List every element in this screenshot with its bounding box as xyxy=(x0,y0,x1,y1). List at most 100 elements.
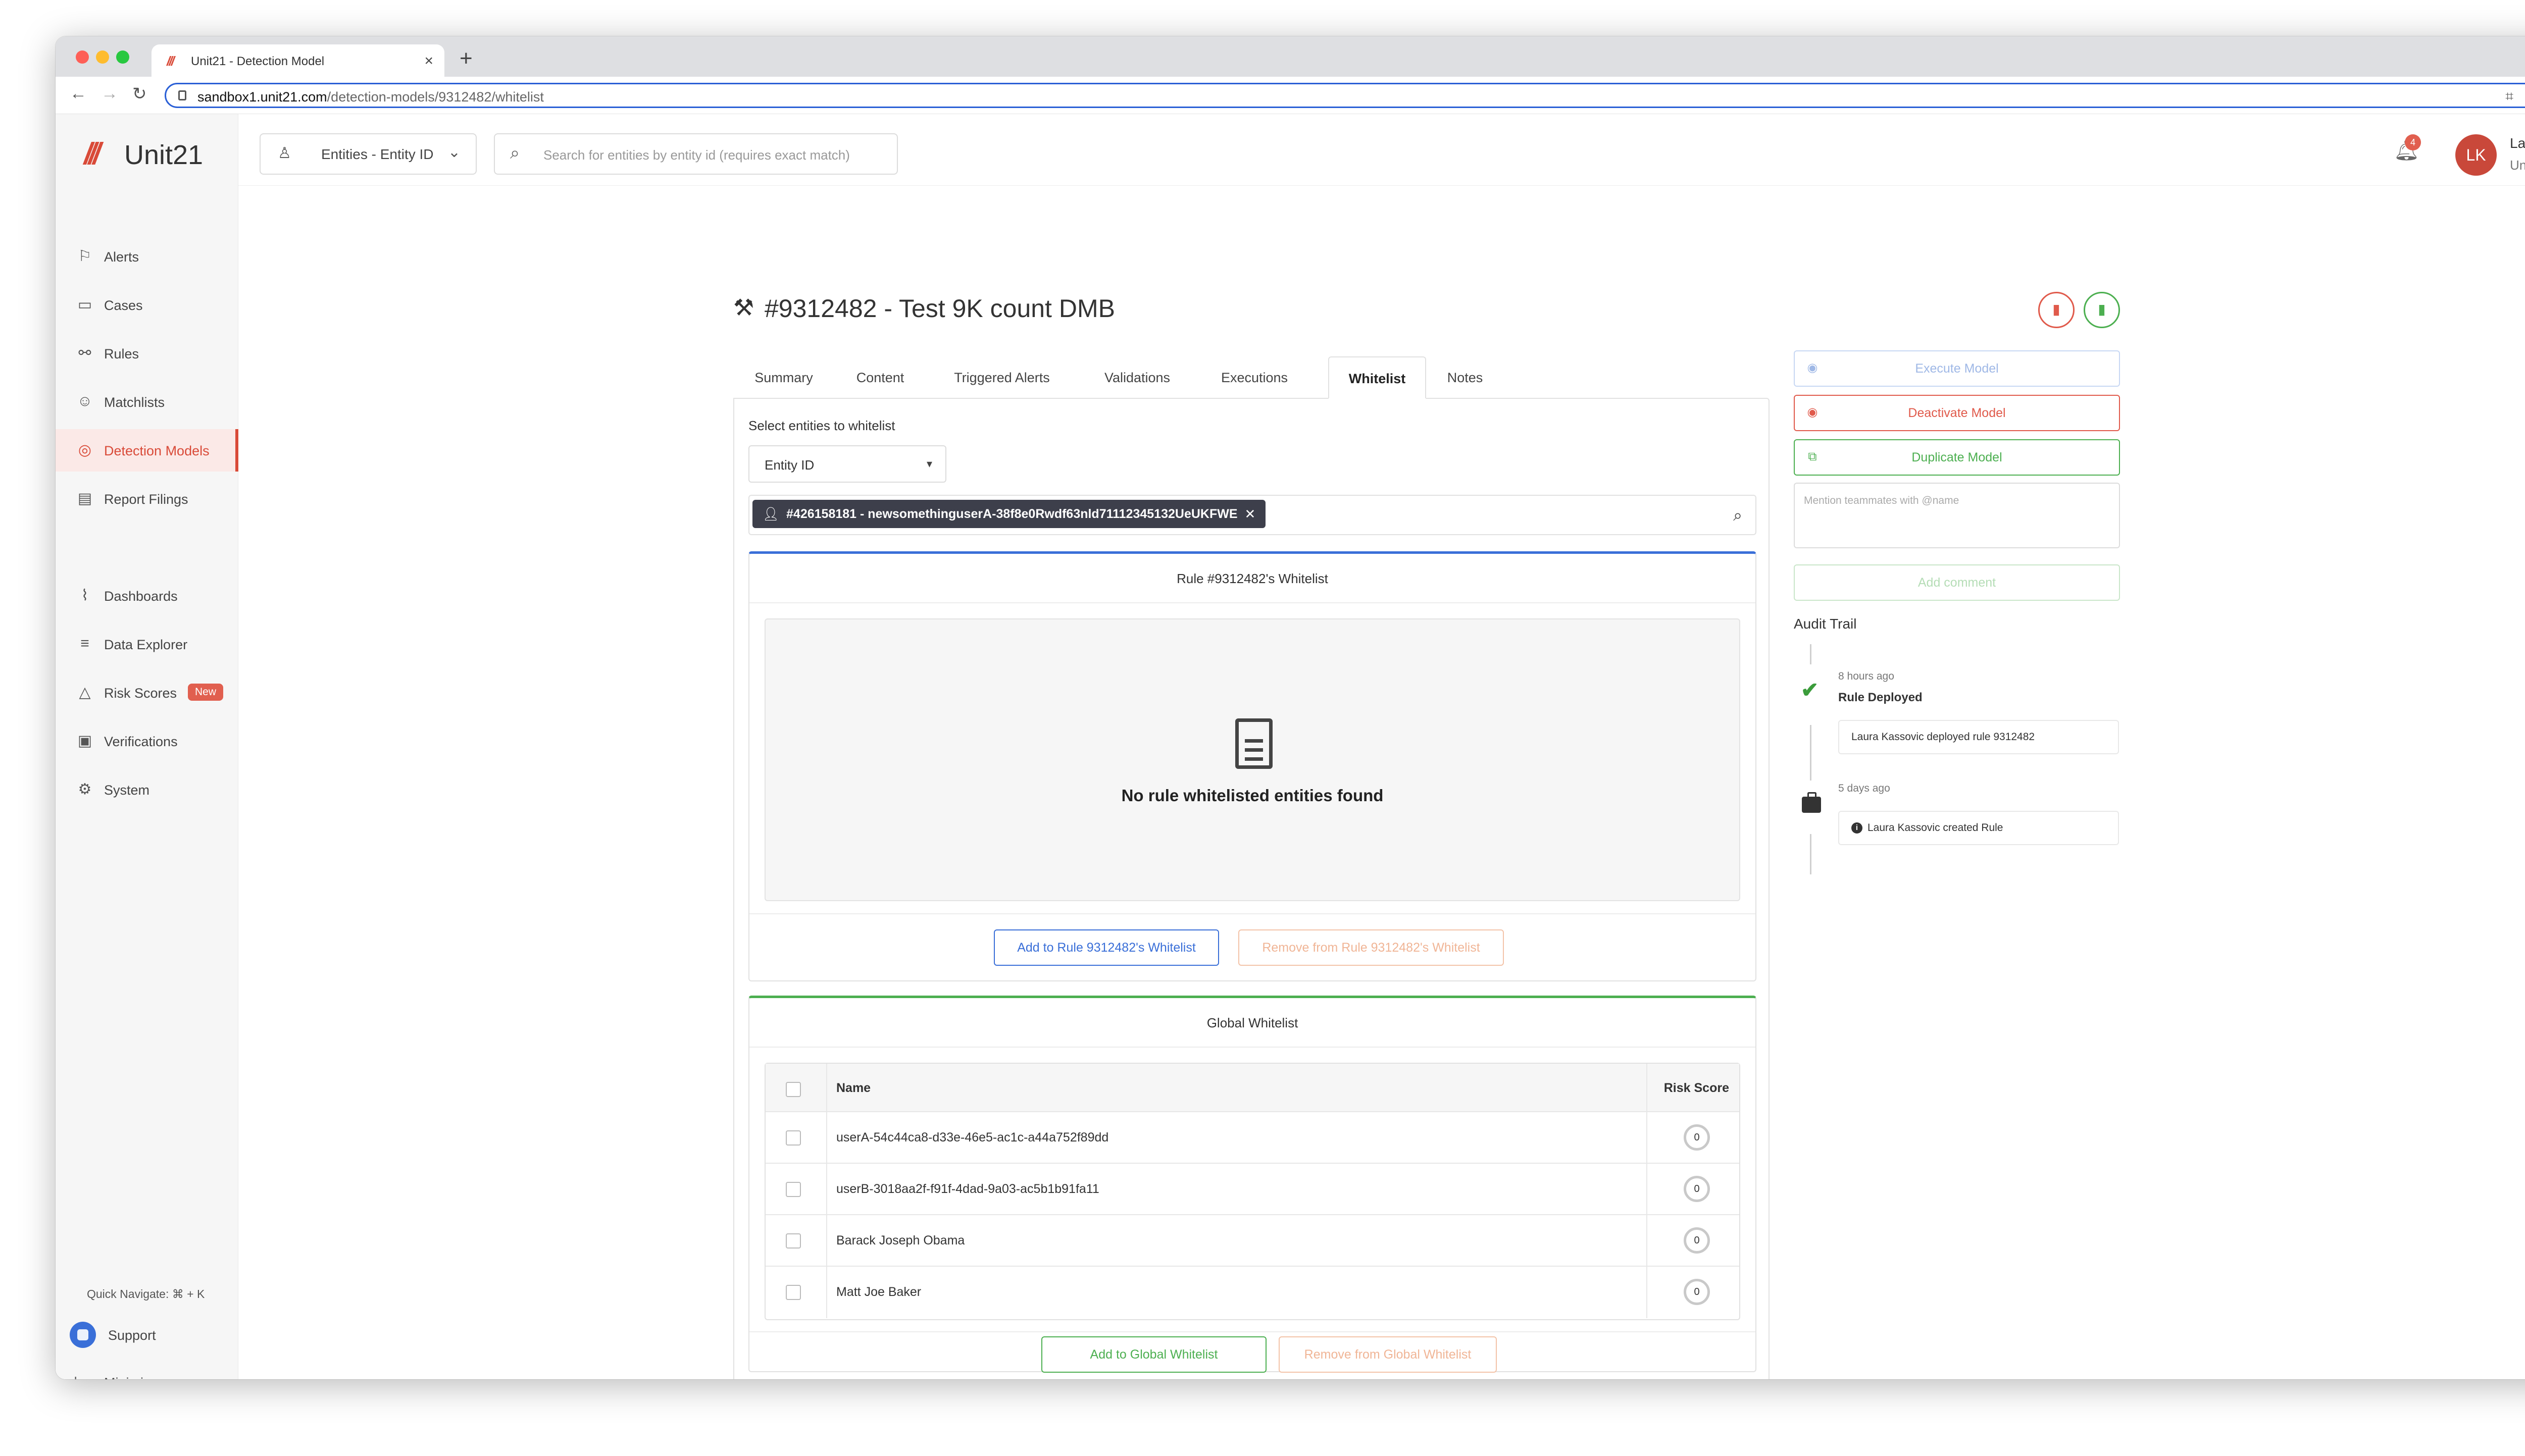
sidebar-item-label: Cases xyxy=(104,298,143,313)
minimize-icon[interactable]: |← xyxy=(74,1374,91,1379)
entity-name[interactable]: Matt Joe Baker xyxy=(836,1285,921,1299)
minimize-link[interactable]: Minimize xyxy=(104,1375,158,1379)
duplicate-model-button[interactable]: ⧉ Duplicate Model xyxy=(1794,439,2120,476)
support-link[interactable]: Support xyxy=(108,1328,156,1343)
user-name[interactable]: Laura Kassovic xyxy=(2510,135,2525,151)
entity-selector-label: Entities - Entity ID xyxy=(321,146,434,162)
table-row[interactable]: userB-3018aa2f-f91f-4dad-9a03-ac5b1b91fa… xyxy=(766,1164,1739,1215)
entity-chip-input[interactable]: 👤︎ #426158181 - newsomethinguserA-38f8e0R… xyxy=(748,495,1756,535)
table-header-row: Name Risk Score xyxy=(766,1064,1739,1112)
remove-chip-icon[interactable]: ✕ xyxy=(1245,506,1256,522)
export-pdf-button[interactable]: ▮ xyxy=(2038,292,2075,328)
sidebar-item-data-explorer[interactable]: ≡ Data Explorer xyxy=(56,623,238,665)
row-checkbox[interactable] xyxy=(786,1233,801,1249)
duplicate-model-label: Duplicate Model xyxy=(1911,450,2002,464)
report-icon: ▤ xyxy=(77,490,92,507)
sidebar-item-cases[interactable]: ▭ Cases xyxy=(56,284,238,326)
timeline-line xyxy=(1810,834,1811,874)
whitelist-panel: Select entities to whitelist Entity ID ▾… xyxy=(733,398,1770,1379)
export-csv-button[interactable]: ▮ xyxy=(2084,292,2120,328)
data-explorer-icon: ≡ xyxy=(80,635,89,652)
risk-score-badge: 0 xyxy=(1684,1124,1710,1151)
chevron-down-icon: ⌄ xyxy=(447,144,461,161)
tab-triggered-alerts[interactable]: Triggered Alerts xyxy=(927,356,1077,399)
sidebar-item-matchlists[interactable]: ☺ Matchlists xyxy=(56,381,238,423)
tab-notes[interactable]: Notes xyxy=(1426,356,1504,399)
audit-trail-title: Audit Trail xyxy=(1794,616,1857,632)
minimize-window-button[interactable] xyxy=(96,50,109,64)
sidebar-item-label: Rules xyxy=(104,346,139,361)
sidebar-item-alerts[interactable]: ⚐ Alerts xyxy=(56,235,238,278)
back-arrow-icon[interactable]: ← xyxy=(70,84,87,103)
sidebar-item-report-filings[interactable]: ▤ Report Filings xyxy=(56,478,238,520)
sidebar-item-label: Report Filings xyxy=(104,492,188,507)
empty-state: No rule whitelisted entities found xyxy=(765,618,1740,901)
deactivate-model-button[interactable]: ◉ Deactivate Model xyxy=(1794,395,2120,431)
browser-tab[interactable]: /// Unit21 - Detection Model × xyxy=(152,44,444,77)
entity-type-selector[interactable]: ♙ Entities - Entity ID ⌄ xyxy=(260,133,477,175)
sidebar-item-label: Verifications xyxy=(104,734,178,749)
tab-summary[interactable]: Summary xyxy=(734,356,833,399)
quick-navigate-hint: Quick Navigate: ⌘ + K xyxy=(87,1287,205,1301)
table-row[interactable]: Barack Joseph Obama 0 xyxy=(766,1215,1739,1267)
sidebar-item-rules[interactable]: ⚯ Rules xyxy=(56,332,238,375)
tab-favicon-icon: /// xyxy=(167,54,175,69)
tab-whitelist[interactable]: Whitelist xyxy=(1328,356,1426,399)
add-to-rule-whitelist-button[interactable]: Add to Rule 9312482's Whitelist xyxy=(994,929,1219,966)
close-window-button[interactable] xyxy=(76,50,89,64)
add-to-global-whitelist-button[interactable]: Add to Global Whitelist xyxy=(1041,1336,1267,1373)
stop-circle-icon: ◉ xyxy=(1807,405,1818,419)
url-bar[interactable]: sandbox1.unit21.com/detection-models/931… xyxy=(165,83,2525,108)
timeline-line xyxy=(1810,644,1811,664)
sidebar-item-detection-models[interactable]: ◎ Detection Models xyxy=(56,429,238,472)
reload-icon[interactable]: ↻ xyxy=(132,84,147,104)
name-column-header[interactable]: Name xyxy=(836,1081,871,1096)
table-row[interactable]: userA-54c44ca8-d33e-46e5-ac1c-a44a752f89… xyxy=(766,1112,1739,1164)
column-divider xyxy=(826,1164,827,1214)
rule-whitelist-title: Rule #9312482's Whitelist xyxy=(749,554,1755,603)
remove-from-global-whitelist-button[interactable]: Remove from Global Whitelist xyxy=(1279,1336,1497,1373)
gear-icon: ⚙ xyxy=(78,781,92,798)
tab-close-icon[interactable]: × xyxy=(424,53,433,70)
sidebar: /// Unit21 ⚐ Alerts ▭ Cases ⚯ Rules ☺ Ma… xyxy=(56,114,238,1379)
table-row[interactable]: Matt Joe Baker 0 xyxy=(766,1267,1739,1318)
avatar[interactable]: LK xyxy=(2455,134,2497,176)
caret-down-icon: ▾ xyxy=(926,457,932,470)
tab-content[interactable]: Content xyxy=(833,356,927,399)
sidebar-item-dashboards[interactable]: ⌇ Dashboards xyxy=(56,575,238,617)
entity-search-input[interactable]: ⌕ Search for entities by entity id (requ… xyxy=(494,133,898,175)
column-divider xyxy=(826,1064,827,1111)
url-text: sandbox1.unit21.com/detection-models/931… xyxy=(197,89,544,105)
entity-name[interactable]: Barack Joseph Obama xyxy=(836,1233,965,1248)
global-whitelist-section: Global Whitelist Name Risk Score userA-5… xyxy=(748,996,1756,1373)
sidebar-item-verifications[interactable]: ▣ Verifications xyxy=(56,720,238,762)
support-icon[interactable] xyxy=(70,1322,96,1348)
row-checkbox[interactable] xyxy=(786,1130,801,1146)
detection-icon: ◎ xyxy=(78,442,92,458)
comment-input[interactable]: Mention teammates with @name xyxy=(1794,483,2120,548)
global-whitelist-title: Global Whitelist xyxy=(749,998,1755,1048)
sidebar-item-system[interactable]: ⚙ System xyxy=(56,768,238,811)
top-bar: ♙ Entities - Entity ID ⌄ ⌕ Search for en… xyxy=(238,114,2525,186)
row-checkbox[interactable] xyxy=(786,1182,801,1197)
sidebar-item-risk-scores[interactable]: △ Risk Scores New xyxy=(56,671,238,714)
new-tab-button[interactable]: + xyxy=(460,47,473,70)
row-checkbox[interactable] xyxy=(786,1285,801,1300)
person-icon: ♙ xyxy=(278,145,291,162)
entity-type-dropdown[interactable]: Entity ID ▾ xyxy=(748,445,946,483)
risk-score-column-header[interactable]: Risk Score xyxy=(1664,1081,1729,1096)
entity-name[interactable]: userA-54c44ca8-d33e-46e5-ac1c-a44a752f89… xyxy=(836,1130,1108,1145)
document-icon xyxy=(1235,718,1273,769)
tab-executions[interactable]: Executions xyxy=(1198,356,1311,399)
zoom-window-button[interactable] xyxy=(116,50,129,64)
qr-code-icon[interactable]: ⌗ xyxy=(2505,88,2513,105)
entity-name[interactable]: userB-3018aa2f-f91f-4dad-9a03-ac5b1b91fa… xyxy=(836,1182,1099,1197)
tab-validations[interactable]: Validations xyxy=(1077,356,1198,399)
search-icon[interactable]: ⌕ xyxy=(1733,506,1742,525)
remove-from-rule-whitelist-button[interactable]: Remove from Rule 9312482's Whitelist xyxy=(1238,929,1504,966)
forward-arrow-icon[interactable]: → xyxy=(101,84,118,103)
sidebar-item-label: Risk Scores xyxy=(104,686,177,701)
select-all-checkbox[interactable] xyxy=(786,1082,801,1097)
add-comment-button[interactable]: Add comment xyxy=(1794,564,2120,601)
execute-model-button[interactable]: ◉ Execute Model xyxy=(1794,350,2120,387)
